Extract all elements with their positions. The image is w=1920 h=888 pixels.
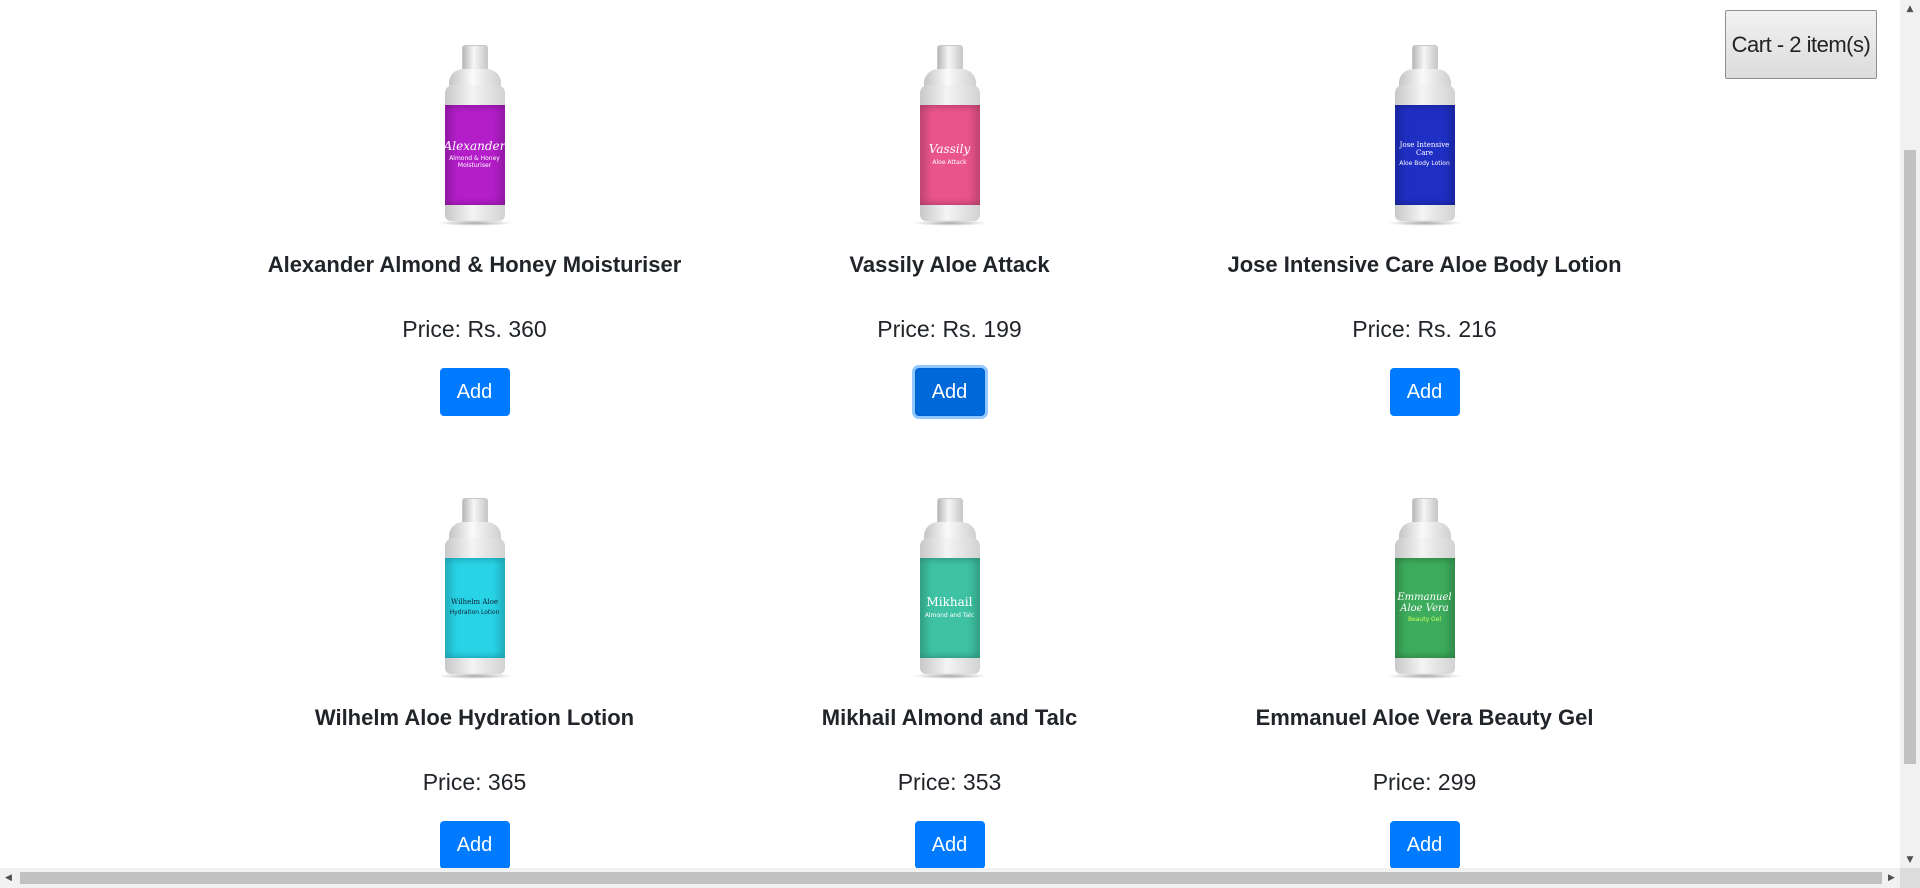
bottle-label: Jose Intensive Care Aloe Body Lotion bbox=[1394, 105, 1455, 205]
product-name: Wilhelm Aloe Hydration Lotion bbox=[314, 705, 635, 730]
bottle-label: Mikhail Almond and Talc bbox=[919, 558, 980, 658]
bottle-sub: Almond & Honey Moisturiser bbox=[449, 155, 500, 170]
bottle-label: Vassily Aloe Attack bbox=[919, 105, 980, 205]
bottle-brand: Vassily bbox=[928, 142, 971, 157]
product-listing: Cart - 2 item(s) Alexander Almond & Hone… bbox=[0, 0, 1900, 868]
scrollbar-corner bbox=[1900, 868, 1920, 888]
bottle-brand: Alexander bbox=[443, 139, 506, 154]
product-image: Vassily Aloe Attack bbox=[910, 45, 990, 226]
scroll-down-icon[interactable]: ▼ bbox=[1900, 851, 1920, 868]
product-image: Jose Intensive Care Aloe Body Lotion bbox=[1385, 45, 1465, 226]
bottle-label: Wilhelm Aloe Hydration Lotion bbox=[444, 558, 505, 658]
add-button[interactable]: Add bbox=[914, 821, 985, 868]
scroll-left-icon[interactable]: ◀ bbox=[0, 868, 17, 888]
scroll-right-icon[interactable]: ▶ bbox=[1883, 868, 1900, 888]
bottle-brand: Jose Intensive Care bbox=[1399, 141, 1450, 158]
bottle-sub: Aloe Attack bbox=[932, 158, 967, 166]
add-button[interactable]: Add bbox=[1389, 368, 1460, 416]
add-button[interactable]: Add bbox=[439, 821, 510, 868]
bottle-label: Emmanuel Aloe Vera Beauty Gel bbox=[1394, 558, 1455, 658]
bottle-label: Alexander Almond & Honey Moisturiser bbox=[443, 105, 506, 205]
bottle-sub: Almond and Talc bbox=[924, 611, 975, 619]
product-price: Price: Rs. 216 bbox=[1352, 316, 1497, 342]
product-image: Emmanuel Aloe Vera Beauty Gel bbox=[1385, 498, 1465, 679]
product-card: Vassily Aloe Attack Vassily Aloe Attack … bbox=[712, 45, 1187, 416]
product-card: Emmanuel Aloe Vera Beauty Gel Emmanuel A… bbox=[1187, 498, 1662, 868]
add-button[interactable]: Add bbox=[914, 368, 985, 416]
bottle-brand: Wilhelm Aloe bbox=[451, 598, 498, 607]
bottle-sub: Aloe Body Lotion bbox=[1399, 159, 1450, 167]
product-card: Alexander Almond & Honey Moisturiser Ale… bbox=[237, 45, 712, 416]
add-button[interactable]: Add bbox=[1389, 821, 1460, 868]
product-name: Emmanuel Aloe Vera Beauty Gel bbox=[1255, 705, 1594, 730]
product-image: Mikhail Almond and Talc bbox=[910, 498, 990, 679]
bottle-sub: Beauty Gel bbox=[1407, 616, 1442, 624]
bottle-sub: Hydration Lotion bbox=[449, 608, 500, 616]
bottle-brand: Mikhail bbox=[926, 595, 973, 610]
bottle-brand: Emmanuel Aloe Vera bbox=[1397, 592, 1452, 615]
cart-button[interactable]: Cart - 2 item(s) bbox=[1725, 10, 1877, 79]
product-price: Price: Rs. 360 bbox=[402, 316, 547, 342]
vertical-scrollbar[interactable]: ▲ ▼ bbox=[1900, 0, 1920, 868]
product-card: Mikhail Almond and Talc Mikhail Almond a… bbox=[712, 498, 1187, 868]
product-price: Price: 365 bbox=[422, 769, 527, 795]
product-card: Jose Intensive Care Aloe Body Lotion Jos… bbox=[1187, 45, 1662, 416]
product-name: Vassily Aloe Attack bbox=[849, 252, 1050, 277]
product-image: Wilhelm Aloe Hydration Lotion bbox=[435, 498, 515, 679]
product-price: Price: Rs. 199 bbox=[877, 316, 1022, 342]
product-name: Mikhail Almond and Talc bbox=[821, 705, 1078, 730]
product-price: Price: 353 bbox=[897, 769, 1002, 795]
horizontal-scrollbar[interactable]: ◀ ▶ bbox=[0, 868, 1900, 888]
product-name: Jose Intensive Care Aloe Body Lotion bbox=[1227, 252, 1622, 277]
product-image: Alexander Almond & Honey Moisturiser bbox=[435, 45, 515, 226]
add-button[interactable]: Add bbox=[439, 368, 510, 416]
horizontal-scroll-thumb[interactable] bbox=[20, 872, 1882, 884]
product-card: Wilhelm Aloe Hydration Lotion Wilhelm Al… bbox=[237, 498, 712, 868]
vertical-scroll-thumb[interactable] bbox=[1904, 150, 1916, 764]
scroll-up-icon[interactable]: ▲ bbox=[1900, 0, 1920, 17]
product-price: Price: 299 bbox=[1372, 769, 1477, 795]
product-name: Alexander Almond & Honey Moisturiser bbox=[267, 252, 682, 277]
